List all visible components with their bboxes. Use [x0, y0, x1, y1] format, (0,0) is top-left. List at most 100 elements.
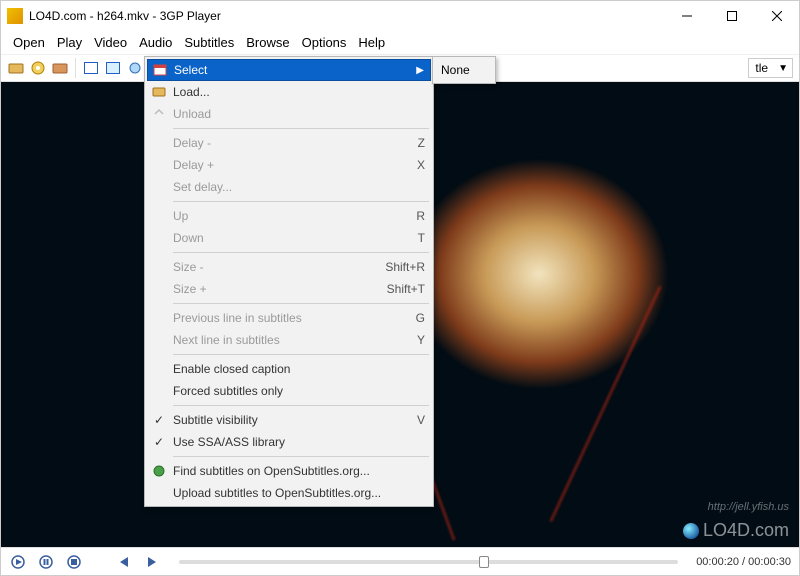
menu-item-shortcut: R: [406, 209, 425, 223]
toolbar-separator: [75, 58, 76, 78]
checkmark-icon: ✓: [149, 434, 169, 450]
select-submenu: None: [432, 56, 496, 84]
menu-open[interactable]: Open: [7, 33, 51, 52]
play-button[interactable]: [9, 553, 27, 571]
menu-item-label: Size -: [173, 260, 375, 274]
app-icon: [7, 8, 23, 24]
menu-separator: [173, 252, 429, 253]
watermark-text: LO4D.com: [703, 520, 789, 541]
subtitle-combo-text: tle: [749, 61, 774, 75]
menu-item-delay-minus: Delay - Z: [147, 132, 431, 154]
stop-button[interactable]: [65, 553, 83, 571]
unload-icon: [149, 106, 169, 122]
seek-back-button[interactable]: [115, 553, 133, 571]
menu-item-load[interactable]: Load...: [147, 81, 431, 103]
menu-item-select[interactable]: Select ▶: [147, 59, 431, 81]
menu-item-up: Up R: [147, 205, 431, 227]
menu-subtitles[interactable]: Subtitles: [178, 33, 240, 52]
video-source-hint: http://jell.yfish.us: [708, 501, 789, 513]
menu-item-enable-cc[interactable]: Enable closed caption: [147, 358, 431, 380]
menu-item-shortcut: V: [407, 413, 425, 427]
submenu-item-label: None: [441, 63, 487, 77]
folder-icon: [149, 84, 169, 100]
menu-separator: [173, 456, 429, 457]
menu-audio[interactable]: Audio: [133, 33, 178, 52]
open-disc-icon[interactable]: [29, 59, 47, 77]
menu-item-label: Down: [173, 231, 408, 245]
menu-separator: [173, 405, 429, 406]
menu-item-label: Use SSA/ASS library: [173, 435, 425, 449]
menubar: Open Play Video Audio Subtitles Browse O…: [1, 31, 799, 54]
menu-browse[interactable]: Browse: [240, 33, 295, 52]
window-controls: [664, 1, 799, 31]
pause-button[interactable]: [37, 553, 55, 571]
menu-item-label: Upload subtitles to OpenSubtitles.org...: [173, 486, 425, 500]
menu-item-down: Down T: [147, 227, 431, 249]
watermark: LO4D.com: [683, 520, 789, 541]
seek-bar[interactable]: [179, 560, 678, 564]
playback-controls: 00:00:20 / 00:00:30: [1, 547, 799, 575]
menu-item-label: Subtitle visibility: [173, 413, 407, 427]
menu-separator: [173, 201, 429, 202]
menu-item-forced[interactable]: Forced subtitles only: [147, 380, 431, 402]
submenu-arrow-icon: ▶: [410, 65, 424, 76]
settings-icon[interactable]: [126, 59, 144, 77]
checkmark-icon: ✓: [149, 412, 169, 428]
menu-item-visibility[interactable]: ✓ Subtitle visibility V: [147, 409, 431, 431]
globe-icon: [149, 463, 169, 479]
menu-item-shortcut: Z: [408, 136, 425, 150]
menu-item-next-line: Next line in subtitles Y: [147, 329, 431, 351]
menu-item-label: Delay +: [173, 158, 407, 172]
menu-separator: [173, 354, 429, 355]
menu-item-shortcut: T: [408, 231, 425, 245]
menu-item-set-delay: Set delay...: [147, 176, 431, 198]
menu-item-shortcut: G: [406, 311, 425, 325]
menu-item-label: Forced subtitles only: [173, 384, 425, 398]
subtitle-combo[interactable]: tle ▼: [748, 58, 793, 78]
menu-item-label: Find subtitles on OpenSubtitles.org...: [173, 464, 425, 478]
menu-help[interactable]: Help: [352, 33, 391, 52]
menu-item-size-minus: Size - Shift+R: [147, 256, 431, 278]
menu-item-shortcut: X: [407, 158, 425, 172]
expand-icon[interactable]: [104, 59, 122, 77]
menu-separator: [173, 128, 429, 129]
window-title: LO4D.com - h264.mkv - 3GP Player: [29, 9, 664, 23]
menu-item-label: Select: [174, 63, 410, 77]
titlebar: LO4D.com - h264.mkv - 3GP Player: [1, 1, 799, 31]
submenu-item-none[interactable]: None: [435, 59, 493, 81]
menu-item-label: Next line in subtitles: [173, 333, 407, 347]
menu-item-label: Load...: [173, 85, 425, 99]
menu-item-delay-plus: Delay + X: [147, 154, 431, 176]
menu-item-unload: Unload: [147, 103, 431, 125]
subtitles-menu: Select ▶ Load... Unload Delay - Z Delay …: [144, 56, 434, 507]
menu-video[interactable]: Video: [88, 33, 133, 52]
menu-item-shortcut: Y: [407, 333, 425, 347]
minimize-button[interactable]: [664, 1, 709, 31]
window-mode-icon[interactable]: [82, 59, 100, 77]
seek-thumb[interactable]: [479, 556, 489, 568]
menu-options[interactable]: Options: [296, 33, 353, 52]
menu-item-label: Previous line in subtitles: [173, 311, 406, 325]
menu-item-ssa[interactable]: ✓ Use SSA/ASS library: [147, 431, 431, 453]
maximize-button[interactable]: [709, 1, 754, 31]
menu-item-label: Unload: [173, 107, 425, 121]
close-button[interactable]: [754, 1, 799, 31]
menu-item-label: Size +: [173, 282, 377, 296]
menu-item-label: Set delay...: [173, 180, 425, 194]
menu-item-label: Enable closed caption: [173, 362, 425, 376]
time-display: 00:00:20 / 00:00:30: [696, 556, 791, 568]
menu-item-label: Up: [173, 209, 406, 223]
open-file-icon[interactable]: [7, 59, 25, 77]
menu-separator: [173, 303, 429, 304]
globe-icon: [683, 523, 699, 539]
menu-item-upload-subs[interactable]: Upload subtitles to OpenSubtitles.org...: [147, 482, 431, 504]
menu-item-shortcut: Shift+R: [375, 260, 425, 274]
chevron-down-icon: ▼: [774, 63, 792, 74]
menu-item-size-plus: Size + Shift+T: [147, 278, 431, 300]
menu-item-label: Delay -: [173, 136, 408, 150]
open-folder-icon[interactable]: [51, 59, 69, 77]
menu-item-find-subs[interactable]: Find subtitles on OpenSubtitles.org...: [147, 460, 431, 482]
menu-play[interactable]: Play: [51, 33, 88, 52]
seek-forward-button[interactable]: [143, 553, 161, 571]
menu-item-prev-line: Previous line in subtitles G: [147, 307, 431, 329]
